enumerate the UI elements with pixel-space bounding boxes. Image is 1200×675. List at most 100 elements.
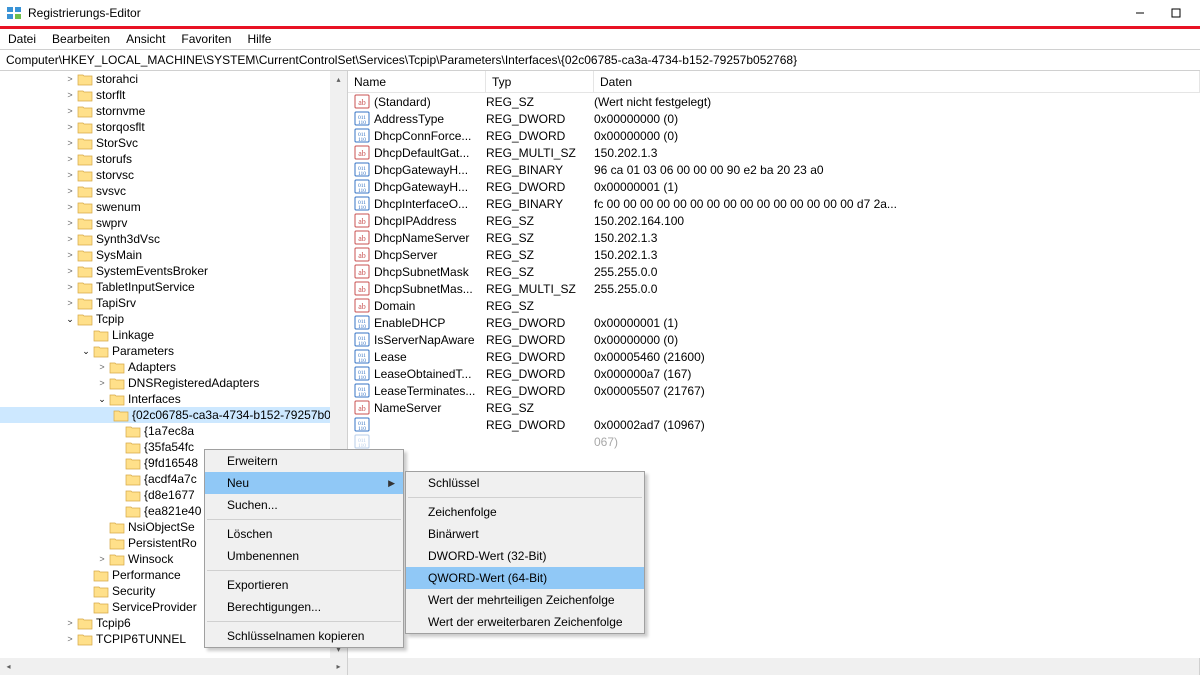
tree-item[interactable]: >SystemEventsBroker — [0, 263, 330, 279]
menu-item[interactable]: Wert der mehrteiligen Zeichenfolge — [406, 589, 644, 611]
tree-item[interactable]: >storqosflt — [0, 119, 330, 135]
menu-edit[interactable]: Bearbeiten — [52, 32, 110, 46]
menu-item[interactable]: Exportieren — [205, 574, 403, 596]
caret-closed-icon[interactable]: > — [64, 298, 76, 308]
menu-item[interactable]: Löschen — [205, 523, 403, 545]
caret-closed-icon[interactable]: > — [64, 170, 76, 180]
tree-item[interactable]: Linkage — [0, 327, 330, 343]
caret-open-icon[interactable]: ⌄ — [96, 394, 108, 405]
scroll-up-icon[interactable]: ▴ — [330, 71, 347, 88]
value-row[interactable]: 011110067) — [348, 433, 1200, 450]
caret-closed-icon[interactable]: > — [64, 106, 76, 116]
value-row[interactable]: 011110EnableDHCPREG_DWORD0x00000001 (1) — [348, 314, 1200, 331]
value-row[interactable]: abDhcpNameServerREG_SZ150.202.1.3 — [348, 229, 1200, 246]
tree-item[interactable]: >stornvme — [0, 103, 330, 119]
value-type: REG_DWORD — [486, 316, 594, 330]
menu-item[interactable]: Neu▶ — [205, 472, 403, 494]
value-row[interactable]: abDomainREG_SZ — [348, 297, 1200, 314]
menu-item[interactable]: Schlüssel — [406, 472, 644, 494]
menu-item[interactable]: Zeichenfolge — [406, 501, 644, 523]
tree-item[interactable]: {02c06785-ca3a-4734-b152-79257b052 — [0, 407, 330, 423]
caret-closed-icon[interactable]: > — [64, 634, 76, 644]
tree-item[interactable]: >TapiSrv — [0, 295, 330, 311]
caret-closed-icon[interactable]: > — [96, 554, 108, 564]
value-row[interactable]: abDhcpSubnetMaskREG_SZ255.255.0.0 — [348, 263, 1200, 280]
caret-closed-icon[interactable]: > — [96, 362, 108, 372]
menu-file[interactable]: Datei — [8, 32, 36, 46]
menu-item[interactable]: Binärwert — [406, 523, 644, 545]
tree-item[interactable]: ⌄Parameters — [0, 343, 330, 359]
tree-item[interactable]: {1a7ec8a — [0, 423, 330, 439]
scroll-left-icon[interactable]: ◂ — [0, 658, 17, 675]
tree-item[interactable]: >DNSRegisteredAdapters — [0, 375, 330, 391]
column-type[interactable]: Typ — [486, 71, 594, 92]
column-data[interactable]: Daten — [594, 71, 1200, 92]
value-row[interactable]: 011110DhcpInterfaceO...REG_BINARYfc 00 0… — [348, 195, 1200, 212]
value-row[interactable]: 011110LeaseTerminates...REG_DWORD0x00005… — [348, 382, 1200, 399]
column-name[interactable]: Name — [348, 71, 486, 92]
context-submenu-new[interactable]: Schlüssel ZeichenfolgeBinärwertDWORD-Wert… — [405, 471, 645, 634]
tree-item[interactable]: >SysMain — [0, 247, 330, 263]
menu-view[interactable]: Ansicht — [126, 32, 165, 46]
tree-item[interactable]: >svsvc — [0, 183, 330, 199]
value-row[interactable]: 011110IsServerNapAwareREG_DWORD0x0000000… — [348, 331, 1200, 348]
tree-item[interactable]: >storufs — [0, 151, 330, 167]
tree-item[interactable]: >storahci — [0, 71, 330, 87]
value-row[interactable]: abDhcpSubnetMas...REG_MULTI_SZ255.255.0.… — [348, 280, 1200, 297]
caret-closed-icon[interactable]: > — [64, 234, 76, 244]
tree-item[interactable]: >Adapters — [0, 359, 330, 375]
tree-item[interactable]: >storflt — [0, 87, 330, 103]
menu-item[interactable]: DWORD-Wert (32-Bit) — [406, 545, 644, 567]
caret-open-icon[interactable]: ⌄ — [64, 314, 76, 325]
value-row[interactable]: abDhcpServerREG_SZ150.202.1.3 — [348, 246, 1200, 263]
value-row[interactable]: 011110LeaseObtainedT...REG_DWORD0x000000… — [348, 365, 1200, 382]
tree-item[interactable]: ⌄Tcpip — [0, 311, 330, 327]
caret-closed-icon[interactable]: > — [64, 202, 76, 212]
caret-closed-icon[interactable]: > — [64, 250, 76, 260]
menu-item[interactable]: QWORD-Wert (64-Bit) — [406, 567, 644, 589]
menu-help[interactable]: Hilfe — [247, 32, 271, 46]
menu-item[interactable]: Umbenennen — [205, 545, 403, 567]
tree-item[interactable]: >swprv — [0, 215, 330, 231]
menu-item[interactable]: Berechtigungen... — [205, 596, 403, 618]
caret-closed-icon[interactable]: > — [64, 154, 76, 164]
value-row[interactable]: 011110AddressTypeREG_DWORD0x00000000 (0) — [348, 110, 1200, 127]
caret-closed-icon[interactable]: > — [64, 122, 76, 132]
tree-item[interactable]: >storvsc — [0, 167, 330, 183]
caret-closed-icon[interactable]: > — [64, 74, 76, 84]
value-row[interactable]: 011110REG_DWORD0x00002ad7 (10967) — [348, 416, 1200, 433]
tree-item[interactable]: >TabletInputService — [0, 279, 330, 295]
caret-closed-icon[interactable]: > — [64, 186, 76, 196]
value-row[interactable]: ab(Standard)REG_SZ(Wert nicht festgelegt… — [348, 93, 1200, 110]
caret-closed-icon[interactable]: > — [64, 618, 76, 628]
value-row[interactable]: 011110DhcpConnForce...REG_DWORD0x0000000… — [348, 127, 1200, 144]
value-row[interactable]: 011110DhcpGatewayH...REG_DWORD0x00000001… — [348, 178, 1200, 195]
caret-closed-icon[interactable]: > — [96, 378, 108, 388]
address-bar[interactable]: Computer\HKEY_LOCAL_MACHINE\SYSTEM\Curre… — [0, 49, 1200, 71]
menu-item[interactable]: Schlüsselnamen kopieren — [205, 625, 403, 647]
minimize-button[interactable] — [1122, 0, 1158, 26]
value-row[interactable]: abDhcpDefaultGat...REG_MULTI_SZ150.202.1… — [348, 144, 1200, 161]
tree-item[interactable]: >Synth3dVsc — [0, 231, 330, 247]
tree-item[interactable]: ⌄Interfaces — [0, 391, 330, 407]
scroll-right-icon[interactable]: ▸ — [330, 658, 347, 675]
caret-open-icon[interactable]: ⌄ — [80, 346, 92, 357]
value-row[interactable]: 011110LeaseREG_DWORD0x00005460 (21600) — [348, 348, 1200, 365]
menu-item[interactable]: Erweitern — [205, 450, 403, 472]
caret-closed-icon[interactable]: > — [64, 138, 76, 148]
menu-favorites[interactable]: Favoriten — [181, 32, 231, 46]
menu-item[interactable]: Suchen... — [205, 494, 403, 516]
caret-closed-icon[interactable]: > — [64, 282, 76, 292]
caret-closed-icon[interactable]: > — [64, 218, 76, 228]
tree-item[interactable]: >StorSvc — [0, 135, 330, 151]
context-menu-key[interactable]: ErweiternNeu▶Suchen... LöschenUmbenennen E… — [204, 449, 404, 648]
value-row[interactable]: abNameServerREG_SZ — [348, 399, 1200, 416]
caret-closed-icon[interactable]: > — [64, 266, 76, 276]
tree-item[interactable]: >swenum — [0, 199, 330, 215]
menu-item[interactable]: Wert der erweiterbaren Zeichenfolge — [406, 611, 644, 633]
caret-closed-icon[interactable]: > — [64, 90, 76, 100]
value-row[interactable]: abDhcpIPAddressREG_SZ150.202.164.100 — [348, 212, 1200, 229]
value-row[interactable]: 011110DhcpGatewayH...REG_BINARY96 ca 01 … — [348, 161, 1200, 178]
horizontal-scrollbar[interactable]: ◂ ▸ — [0, 658, 1200, 675]
maximize-button[interactable] — [1158, 0, 1194, 26]
